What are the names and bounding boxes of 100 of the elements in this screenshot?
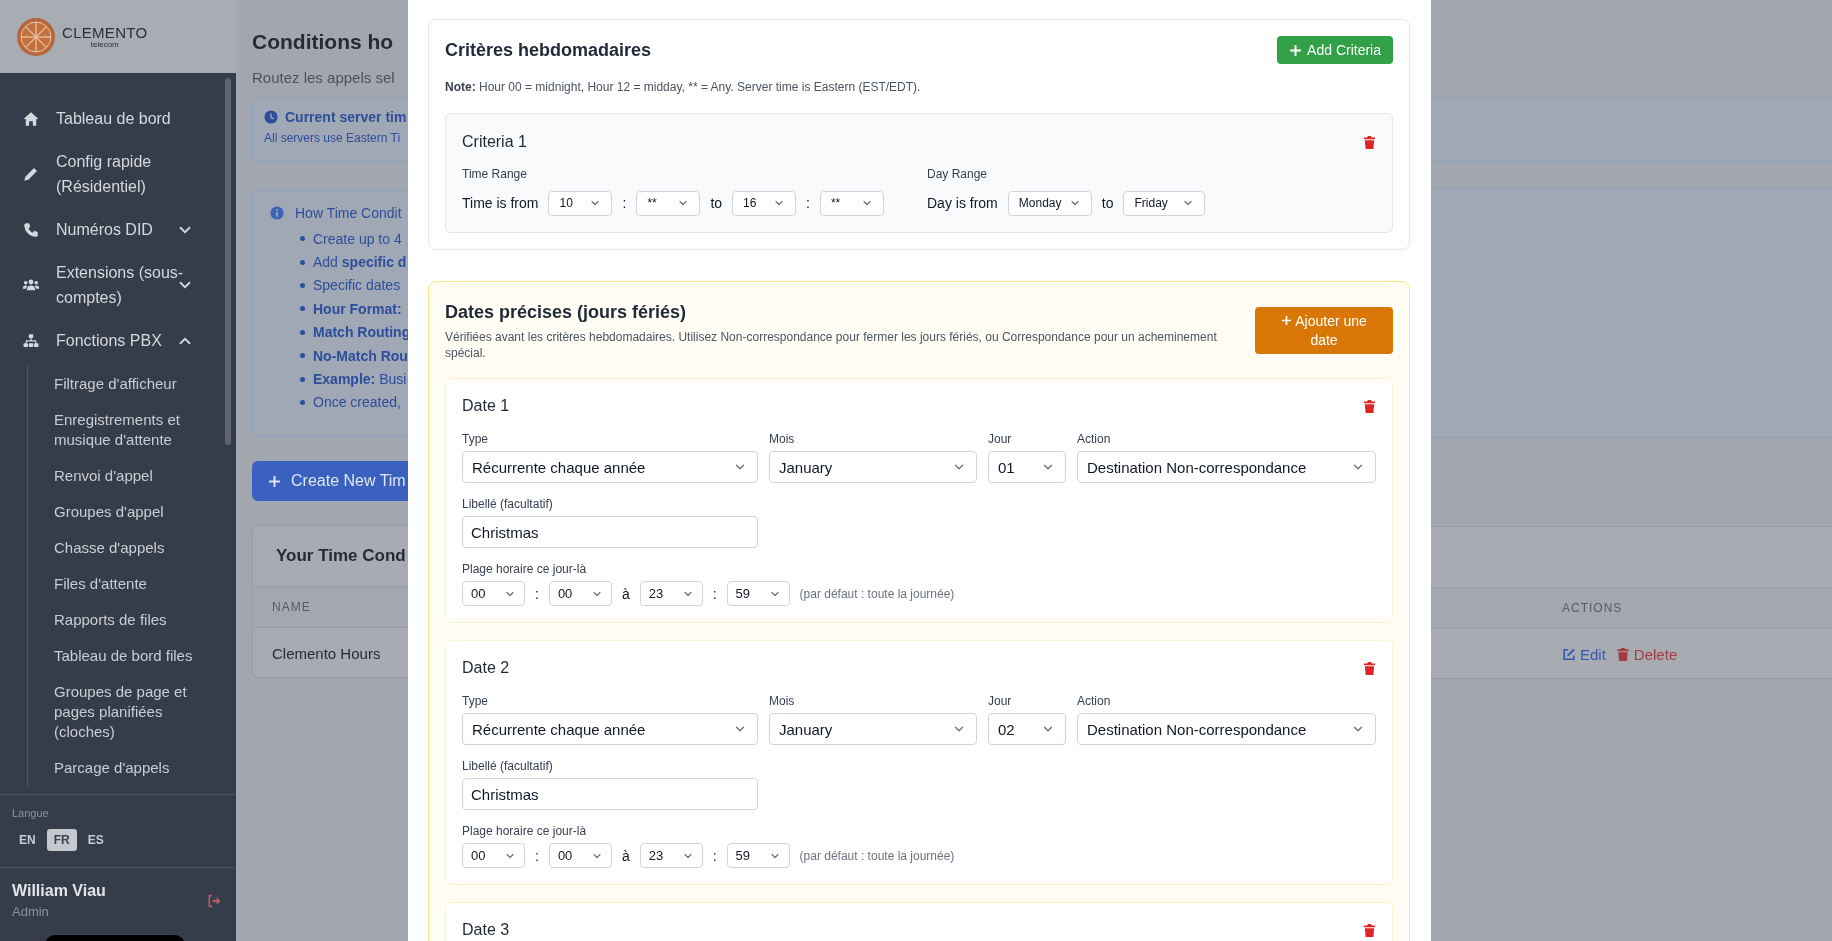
bullet-icon — [300, 236, 305, 242]
dropdown[interactable]: Destination Non-correspondance — [1077, 713, 1376, 745]
dropdown[interactable]: Destination Non-correspondance — [1077, 451, 1376, 483]
dropdown[interactable]: 10 — [548, 190, 613, 216]
bullet-icon — [300, 376, 305, 382]
field-label: Libellé (facultatif) — [462, 758, 554, 774]
dropdown[interactable]: 59 — [726, 843, 790, 868]
field-label: Type — [462, 431, 489, 447]
submenu-item[interactable]: Files d'attente — [28, 566, 236, 602]
hint-text: (par défaut : toute la journée) — [799, 586, 955, 601]
dropdown[interactable]: Récurrente chaque année — [462, 713, 758, 745]
user-role: Admin — [12, 904, 50, 919]
field-label: Mois — [769, 431, 796, 447]
nav-item[interactable]: Numéros DID — [0, 208, 236, 251]
row-label: Time is from — [462, 195, 539, 211]
separator: : — [806, 195, 810, 211]
plus-icon — [268, 474, 281, 488]
column-header: NAME — [272, 600, 311, 614]
row-label: Day is from — [927, 195, 998, 211]
language-option[interactable]: FR — [46, 829, 77, 851]
field-label: Jour — [988, 431, 1013, 447]
logo-icon — [16, 16, 56, 57]
info-item: Add specific d — [313, 254, 407, 271]
dropdown[interactable]: 00 — [548, 581, 612, 606]
field-label: Action — [1077, 431, 1112, 447]
info-item: Once created, — [313, 394, 401, 411]
submenu-item[interactable]: Renvoi d'appel — [28, 458, 236, 494]
field-label: Jour — [988, 693, 1013, 709]
nav-item[interactable]: Extensions (sous-comptes) — [0, 251, 236, 319]
nav-item[interactable]: Config rapide (Résidentiel) — [0, 140, 236, 208]
separator: : — [535, 585, 539, 602]
logo-tagline: telecom — [90, 40, 119, 49]
plus-icon — [1289, 43, 1303, 57]
sitemap-icon — [22, 331, 40, 350]
separator: : — [622, 195, 627, 211]
field-label: Action — [1077, 693, 1112, 709]
phone-icon — [22, 220, 40, 239]
dropdown[interactable]: ** — [819, 190, 884, 216]
submenu-item[interactable]: Groupes d'appel — [28, 494, 236, 530]
submenu-item[interactable]: Parcage d'appels — [28, 750, 236, 786]
separator: : — [535, 847, 539, 864]
trash-icon[interactable] — [1363, 398, 1376, 414]
label-input[interactable]: Christmas — [462, 516, 758, 548]
nav-item[interactable]: Tableau de bord — [0, 97, 236, 140]
language-label: Langue — [12, 807, 50, 819]
trash-icon[interactable] — [1363, 660, 1376, 676]
pencil-icon — [22, 165, 40, 183]
dropdown[interactable]: 23 — [639, 581, 703, 606]
scrollbar[interactable] — [225, 78, 231, 445]
dropdown[interactable]: Friday — [1123, 190, 1206, 216]
bullet-icon — [300, 306, 305, 312]
criteria-title: Criteria 1 — [462, 133, 527, 151]
dropdown[interactable]: January — [769, 713, 977, 745]
dropdown[interactable]: 02 — [988, 713, 1066, 745]
nav-item[interactable]: Fonctions PBX — [0, 319, 236, 362]
language-option[interactable]: ES — [80, 829, 111, 851]
dropdown[interactable]: 16 — [732, 190, 797, 216]
date-title: Date 3 — [462, 921, 510, 939]
submenu-item[interactable]: Groupes de page et pages planifiées (cloches) — [28, 674, 236, 750]
dropdown[interactable]: Récurrente chaque année — [462, 451, 758, 483]
trash-icon[interactable] — [1363, 134, 1376, 150]
label-input[interactable]: Christmas — [462, 778, 758, 810]
info-item: No-Match Rou — [313, 347, 408, 364]
bullet-icon — [300, 329, 305, 335]
dropdown[interactable]: 00 — [548, 843, 612, 868]
dropdown[interactable]: January — [769, 451, 977, 483]
plus-icon — [1281, 314, 1293, 326]
language-option[interactable]: EN — [12, 829, 43, 851]
dropdown[interactable]: 01 — [988, 451, 1066, 483]
trash-icon[interactable] — [1363, 922, 1376, 938]
dropdown[interactable]: Monday — [1007, 190, 1092, 216]
submenu-item[interactable]: Tableau de bord files — [28, 638, 236, 674]
submenu-item[interactable]: Rapports de files — [28, 602, 236, 638]
server-time-title: Current server tim — [285, 109, 407, 125]
server-time-note: All servers use Eastern Ti — [263, 130, 402, 145]
field-label: Plage horaire ce jour-là — [462, 823, 588, 839]
date-title: Date 1 — [462, 397, 510, 415]
separator: : — [712, 585, 717, 602]
separator: : — [712, 847, 717, 864]
create-button[interactable]: Create New Tim — [252, 461, 408, 501]
dropdown[interactable]: 00 — [462, 581, 525, 606]
bullet-icon — [300, 282, 305, 288]
logout-icon[interactable] — [206, 892, 222, 909]
submenu-item[interactable]: Chasse d'appels — [28, 530, 236, 566]
range-word: to — [710, 195, 723, 211]
submenu-item[interactable]: Filtrage d'afficheur — [28, 366, 236, 402]
submenu-item[interactable]: Enregistrements et musique d'attente — [28, 402, 236, 458]
field-label: Type — [462, 693, 489, 709]
dropdown[interactable]: ** — [636, 190, 701, 216]
bullet-icon — [300, 353, 305, 359]
user-name: William Viau — [12, 882, 106, 900]
section-description: Vérifiées avant les critères hebdomadaires. Utilisez Non-correspondance pour fermer les jours fériés, ou Correspondance pour un acheminement spécial. — [445, 329, 1218, 361]
dropdown[interactable]: 00 — [462, 843, 525, 868]
field-label: Plage horaire ce jour-là — [462, 561, 588, 577]
note-text: Note: Hour 00 = midnight, Hour 12 = midday, ** = Any. Server time is Eastern (EST/EDT). — [445, 79, 922, 95]
table-cell: Clemento Hours — [272, 644, 381, 662]
dropdown[interactable]: 23 — [639, 843, 703, 868]
info-item: Example: Busi — [313, 371, 407, 388]
dropdown[interactable]: 59 — [726, 581, 790, 606]
date-title: Date 2 — [462, 659, 510, 677]
